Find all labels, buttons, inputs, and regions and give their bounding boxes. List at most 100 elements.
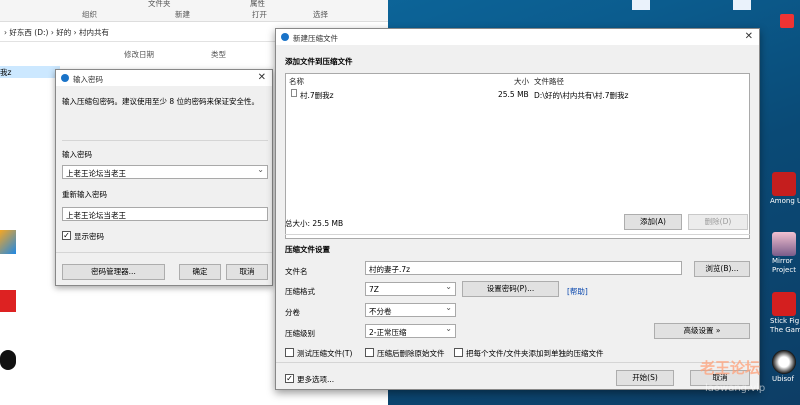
ribbon-folder[interactable]: 文件夹 bbox=[148, 0, 171, 9]
split-select[interactable]: 不分卷 bbox=[365, 303, 456, 317]
breadcrumb-drive[interactable]: 好东西 (D:) bbox=[9, 28, 48, 37]
watermark-url: laowang.vip bbox=[705, 383, 766, 394]
column-path[interactable]: 文件路径 bbox=[534, 76, 564, 87]
divider bbox=[276, 362, 759, 363]
mirror-label-1: Mirror bbox=[772, 257, 793, 265]
mirror-icon bbox=[772, 232, 796, 256]
stick-fight-label-1: Stick Fig bbox=[770, 317, 800, 325]
among-us-shortcut[interactable]: Among U bbox=[770, 172, 800, 205]
ribbon-group-organize: 组织 bbox=[82, 10, 97, 19]
start-button[interactable]: 开始(S) bbox=[616, 370, 674, 386]
new-archive-dialog: 新建压缩文件 ✕ 添加文件到压缩文件 名称 大小 文件路径 村.7删我z 25.… bbox=[275, 28, 760, 390]
repeat-password-label: 重新输入密码 bbox=[62, 190, 107, 199]
file-path: D:\好的\村内共有\村.7删我z bbox=[534, 91, 629, 100]
filename-value: 村的妻子.7z bbox=[369, 265, 411, 274]
app-icon-red[interactable] bbox=[0, 290, 16, 312]
filename-label: 文件名 bbox=[285, 267, 308, 276]
advanced-settings-button[interactable]: 高级设置 » bbox=[654, 323, 750, 339]
column-size[interactable]: 大小 bbox=[514, 76, 529, 87]
filename-input[interactable]: 村的妻子.7z bbox=[365, 261, 682, 275]
separate-archive-label: 把每个文件/文件夹添加到单独的压缩文件 bbox=[466, 349, 604, 358]
among-us-icon bbox=[772, 172, 796, 196]
show-password-checkbox[interactable]: ✓ bbox=[62, 231, 71, 240]
test-archive-checkbox[interactable] bbox=[285, 348, 294, 357]
repeat-password-value: 上老王论坛当老王 bbox=[66, 211, 126, 220]
add-button[interactable]: 添加(A) bbox=[624, 214, 682, 230]
among-us-label: Among U bbox=[770, 197, 800, 205]
selected-file-row[interactable]: 我z bbox=[0, 66, 60, 78]
file-name[interactable]: 村.7删我z bbox=[300, 90, 334, 101]
ubisoft-icon bbox=[772, 350, 796, 374]
separate-archive-checkbox[interactable] bbox=[454, 348, 463, 357]
app-logo-icon bbox=[61, 74, 69, 82]
qq-label: QQ bbox=[0, 380, 12, 388]
stick-fight-label-2: The Gam bbox=[770, 326, 800, 334]
total-size: 总大小: 25.5 MB bbox=[285, 219, 344, 228]
doc-icon-2[interactable] bbox=[733, 0, 751, 10]
split-value: 不分卷 bbox=[369, 307, 392, 316]
app-logo-icon bbox=[281, 33, 289, 41]
ribbon-properties[interactable]: 属性 bbox=[250, 0, 265, 9]
app-label-red: 籍大师 bbox=[0, 323, 21, 331]
file-icon bbox=[291, 89, 297, 97]
divider bbox=[285, 234, 750, 235]
column-name[interactable]: 名称 bbox=[289, 76, 304, 87]
password-dialog: 输入密码 ✕ 输入压缩包密码。建议使用至少 8 位的密码来保证安全性。 输入密码… bbox=[55, 69, 273, 286]
help-link[interactable]: [帮助] bbox=[567, 286, 588, 297]
password-dialog-titlebar[interactable]: 输入密码 ✕ bbox=[56, 70, 272, 86]
app-icon-top-right[interactable] bbox=[780, 14, 794, 28]
password-value: 上老王论坛当老王 bbox=[66, 169, 126, 178]
accelerator-label: 加速器 bbox=[0, 263, 21, 271]
qq-icon[interactable] bbox=[0, 350, 16, 370]
delete-original-checkbox[interactable] bbox=[365, 348, 374, 357]
doc-icon-1[interactable] bbox=[632, 0, 650, 10]
cancel-button[interactable]: 取消 bbox=[226, 264, 268, 280]
ok-button[interactable]: 确定 bbox=[179, 264, 221, 280]
breadcrumb-folder-2[interactable]: 村内共有 bbox=[79, 28, 109, 37]
password-label: 输入密码 bbox=[62, 150, 92, 159]
column-modified[interactable]: 修改日期 bbox=[124, 49, 154, 60]
stick-fight-shortcut[interactable]: Stick Fig The Gam bbox=[770, 292, 800, 334]
format-select[interactable]: 7Z bbox=[365, 282, 456, 296]
ribbon-group-new: 新建 bbox=[175, 10, 190, 19]
more-options-label: 更多选项... bbox=[297, 375, 335, 384]
password-manager-button[interactable]: 密码管理器... bbox=[62, 264, 165, 280]
delete-original-label: 压缩后删除原始文件 bbox=[377, 349, 445, 358]
repeat-password-input[interactable]: 上老王论坛当老王 bbox=[62, 207, 268, 221]
file-size: 25.5 MB bbox=[498, 90, 529, 99]
ubisoft-shortcut[interactable]: Ubisof bbox=[772, 350, 800, 383]
close-icon[interactable]: ✕ bbox=[258, 72, 266, 83]
password-input[interactable]: 上老王论坛当老王 bbox=[62, 165, 268, 179]
close-icon[interactable]: ✕ bbox=[745, 31, 753, 42]
ribbon-group-open: 打开 bbox=[252, 10, 267, 19]
size-fragment: 5 MB bbox=[0, 197, 19, 206]
archive-dialog-title: 新建压缩文件 bbox=[293, 34, 338, 43]
breadcrumb: › 好东西 (D:) › 好的 › 村内共有 bbox=[4, 28, 109, 37]
level-value: 2-正常压缩 bbox=[369, 328, 407, 337]
delete-button[interactable]: 删除(D) bbox=[688, 214, 748, 230]
show-password-label: 显示密码 bbox=[74, 232, 104, 241]
test-archive-label: 测试压缩文件(T) bbox=[297, 349, 353, 358]
stick-fight-icon bbox=[772, 292, 796, 316]
divider bbox=[56, 252, 272, 253]
breadcrumb-folder-1[interactable]: 好的 bbox=[56, 28, 71, 37]
archive-dialog-titlebar[interactable]: 新建压缩文件 ✕ bbox=[276, 29, 759, 45]
divider bbox=[62, 140, 268, 141]
browse-button[interactable]: 浏览(B)... bbox=[694, 261, 750, 277]
file-name-fragment: 我z bbox=[0, 68, 12, 77]
add-files-section-title: 添加文件到压缩文件 bbox=[285, 57, 353, 66]
accelerator-app-icon[interactable] bbox=[0, 230, 16, 254]
column-type[interactable]: 类型 bbox=[211, 49, 226, 60]
level-select[interactable]: 2-正常压缩 bbox=[365, 324, 456, 338]
archive-settings-section-title: 压缩文件设置 bbox=[285, 245, 330, 254]
watermark-logo: 老王论坛 bbox=[700, 359, 761, 377]
mirror-shortcut[interactable]: Mirror Project bbox=[772, 232, 800, 274]
level-label: 压缩级别 bbox=[285, 329, 315, 338]
password-dialog-title: 输入密码 bbox=[73, 75, 103, 84]
password-hint: 输入压缩包密码。建议使用至少 8 位的密码来保证安全性。 bbox=[62, 97, 260, 106]
format-label: 压缩格式 bbox=[285, 287, 315, 296]
format-value: 7Z bbox=[369, 285, 379, 294]
more-options-checkbox[interactable]: ✓ bbox=[285, 374, 294, 383]
launcher-fragment: cher bbox=[0, 212, 17, 221]
set-password-button[interactable]: 设置密码(P)... bbox=[462, 281, 559, 297]
